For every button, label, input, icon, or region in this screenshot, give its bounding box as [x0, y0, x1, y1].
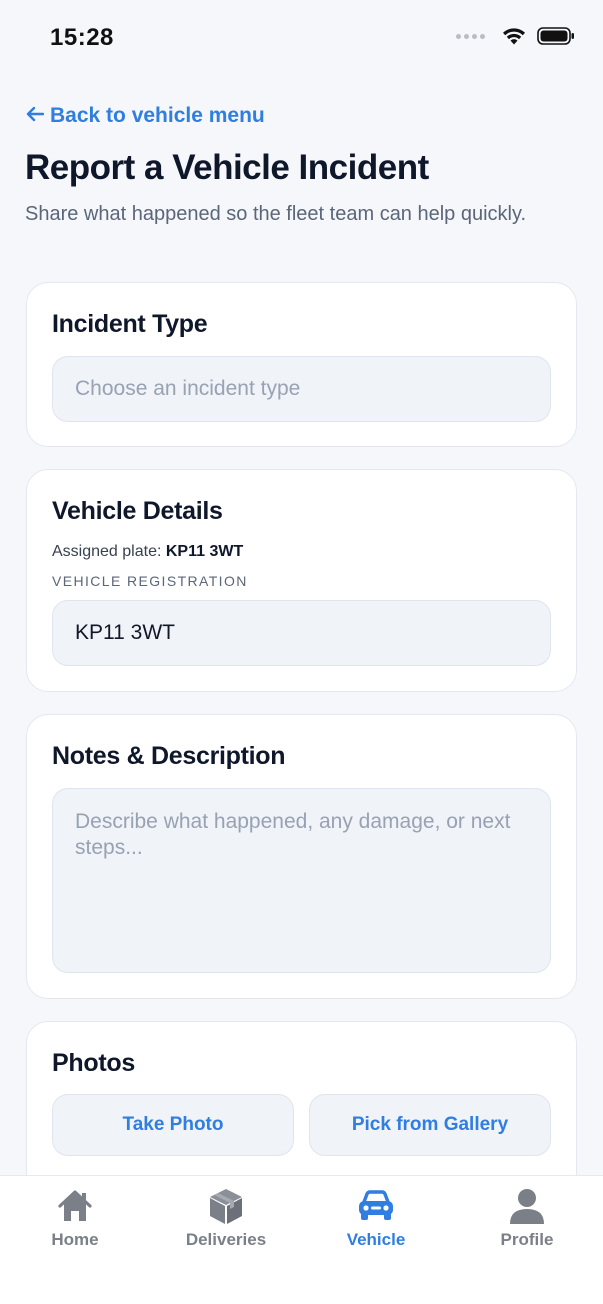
tab-deliveries-label: Deliveries	[185, 1230, 267, 1249]
assigned-plate-prefix: Assigned plate:	[52, 543, 162, 560]
tab-vehicle-label: Vehicle	[346, 1230, 406, 1249]
person-icon	[509, 1186, 545, 1226]
tab-bar: Home Deliveries Vehicle Profile	[0, 1175, 603, 1304]
notes-textarea[interactable]: Describe what happened, any damage, or n…	[52, 788, 551, 973]
home-icon	[56, 1186, 94, 1226]
photos-title: Photos	[52, 1049, 135, 1077]
back-to-vehicle-menu-link[interactable]: Back to vehicle menu	[26, 104, 265, 128]
incident-type-card: Incident Type Choose an incident type	[26, 282, 577, 447]
registration-value: KP11 3WT	[75, 621, 175, 644]
incident-type-select[interactable]: Choose an incident type	[52, 356, 551, 422]
registration-label: VEHICLE REGISTRATION	[52, 573, 248, 589]
notes-title: Notes & Description	[52, 742, 286, 770]
tab-deliveries[interactable]: Deliveries	[151, 1186, 301, 1250]
back-link-label: Back to vehicle menu	[50, 104, 265, 127]
photos-card: Photos Take Photo Pick from Gallery	[26, 1021, 577, 1176]
arrow-left-icon	[26, 104, 45, 128]
registration-input[interactable]: KP11 3WT	[52, 600, 551, 666]
assigned-plate-value: KP11 3WT	[165, 543, 244, 560]
incident-type-title: Incident Type	[52, 310, 208, 338]
tab-home[interactable]: Home	[0, 1186, 150, 1250]
notes-placeholder: Describe what happened, any damage, or n…	[75, 810, 511, 859]
tab-profile[interactable]: Profile	[452, 1186, 602, 1250]
take-photo-button[interactable]: Take Photo	[52, 1094, 294, 1156]
tab-home-label: Home	[51, 1230, 99, 1249]
pick-from-gallery-button[interactable]: Pick from Gallery	[309, 1094, 551, 1156]
package-icon	[207, 1186, 245, 1226]
vehicle-details-card: Vehicle Details Assigned plate: KP11 3WT…	[26, 469, 577, 692]
car-icon	[356, 1186, 396, 1226]
tab-vehicle[interactable]: Vehicle	[301, 1186, 451, 1250]
incident-type-placeholder: Choose an incident type	[75, 377, 301, 400]
notes-card: Notes & Description Describe what happen…	[26, 714, 577, 999]
tab-profile-label: Profile	[500, 1230, 554, 1249]
page-subtitle: Share what happened so the fleet team ca…	[25, 203, 527, 225]
vehicle-details-title: Vehicle Details	[52, 497, 223, 525]
scroll-content[interactable]: Back to vehicle menu Report a Vehicle In…	[0, 0, 603, 1176]
page-title: Report a Vehicle Incident	[25, 148, 429, 187]
assigned-plate-line: Assigned plate: KP11 3WT	[52, 543, 243, 561]
